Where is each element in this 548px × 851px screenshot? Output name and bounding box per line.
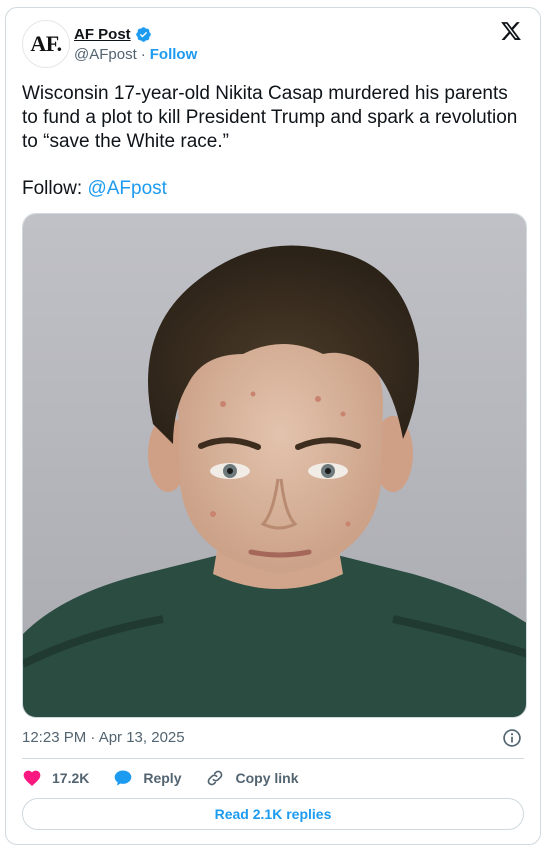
heart-icon: [23, 770, 41, 786]
copy-link-button[interactable]: Copy link: [205, 768, 299, 788]
read-replies-button[interactable]: Read 2.1K replies: [22, 798, 524, 830]
info-icon[interactable]: [502, 728, 522, 748]
x-logo-icon[interactable]: [500, 20, 522, 42]
separator-dot: ·: [140, 46, 146, 63]
tweet-image[interactable]: [22, 213, 527, 718]
name-row: AF Post: [74, 24, 197, 44]
follow-button[interactable]: Follow: [150, 46, 198, 63]
follow-prefix: Follow:: [22, 178, 88, 199]
tweet-card: AF. AF Post @AFpost · Follow Wisconsin 1…: [5, 7, 541, 845]
copy-link-label: Copy link: [235, 770, 299, 786]
reply-label: Reply: [143, 770, 182, 786]
reply-bubble-icon: [115, 770, 132, 786]
follow-line: Follow: @AFpost: [22, 177, 167, 201]
tweet-header: AF. AF Post @AFpost · Follow: [22, 20, 524, 68]
verified-badge-icon: [135, 26, 151, 42]
mugshot-photo: [23, 214, 526, 717]
action-bar: 17.2K Reply Copy link: [22, 767, 299, 789]
tweet-text: Wisconsin 17-year-old Nikita Casap murde…: [22, 83, 518, 152]
like-count: 17.2K: [52, 770, 90, 786]
author-handle[interactable]: @AFpost: [74, 46, 137, 63]
reply-button[interactable]: Reply: [113, 768, 181, 788]
avatar[interactable]: AF.: [22, 20, 70, 68]
handle-row: @AFpost · Follow: [74, 46, 197, 63]
avatar-logo-text: AF.: [30, 31, 62, 56]
divider: [22, 758, 524, 759]
author-display-name[interactable]: AF Post: [74, 26, 131, 43]
link-icon: [208, 770, 223, 786]
author-info: AF Post @AFpost · Follow: [74, 24, 197, 64]
tweet-timestamp[interactable]: 12:23 PM · Apr 13, 2025: [22, 729, 185, 746]
like-button[interactable]: 17.2K: [22, 768, 89, 788]
mention-link[interactable]: @AFpost: [87, 178, 166, 199]
